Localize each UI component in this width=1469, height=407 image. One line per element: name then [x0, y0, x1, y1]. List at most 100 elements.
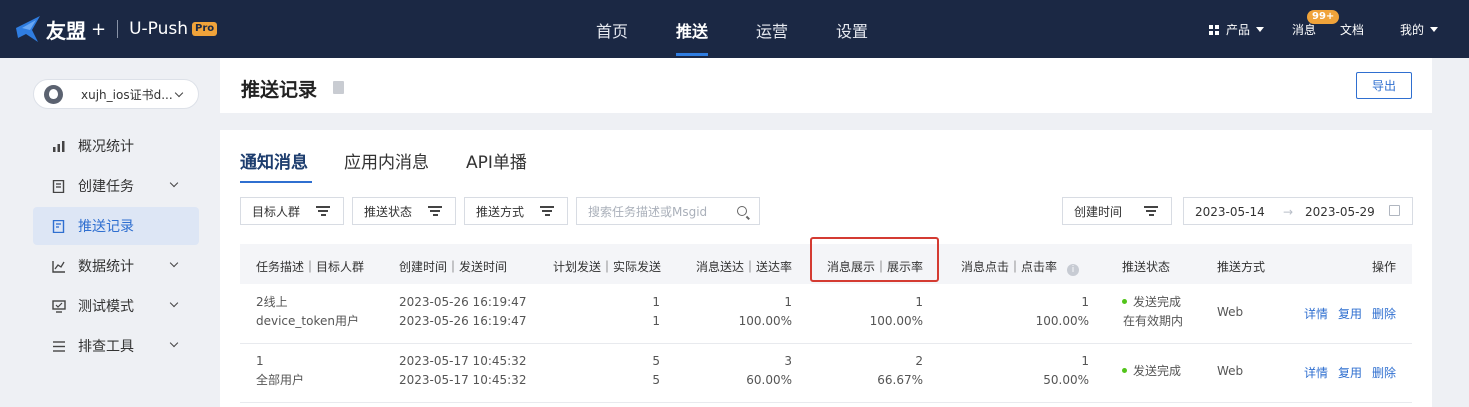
caret-down-icon	[1256, 27, 1265, 32]
tab-notification[interactable]: 通知消息	[240, 148, 308, 173]
reuse-link[interactable]: 复用	[1338, 364, 1362, 381]
row-created: 2023-05-17 10:45:32	[399, 354, 527, 368]
search-placeholder: 搜索任务描述或Msgid	[588, 204, 708, 219]
row-audience: device_token用户	[256, 314, 359, 328]
row-status-label: 发送完成	[1133, 364, 1182, 378]
chart-icon	[53, 140, 65, 152]
list-icon	[53, 340, 65, 352]
logo[interactable]: 友盟 + U-Push Pro	[14, 14, 218, 44]
col-desc: 任务描述｜目标人群	[256, 260, 365, 274]
nav-operations[interactable]: 运营	[756, 18, 788, 42]
arrow-right-icon: →	[1283, 205, 1294, 219]
reuse-link[interactable]: 复用	[1338, 305, 1362, 322]
row-desc: 2线上	[256, 295, 288, 309]
search-icon[interactable]	[737, 206, 747, 216]
row-delivered-rate: 60.00%	[746, 373, 792, 387]
sidebar-item-troubleshoot[interactable]: 排查工具	[33, 327, 199, 365]
col-status: 推送状态	[1122, 260, 1171, 274]
detail-link[interactable]: 详情	[1304, 305, 1328, 322]
caret-down-icon	[1430, 27, 1439, 32]
sidebar-item-label: 推送记录	[78, 219, 134, 235]
detail-link[interactable]: 详情	[1304, 364, 1328, 381]
nav-active-indicator	[676, 53, 708, 56]
sidebar-item-data-stats[interactable]: 数据统计	[33, 247, 199, 285]
sidebar-item-create-task[interactable]: 创建任务	[33, 167, 199, 205]
row-shown-rate: 66.67%	[877, 373, 923, 387]
line-chart-icon	[52, 260, 65, 273]
row-clicked-rate: 100.00%	[1035, 314, 1089, 328]
export-button[interactable]: 导出	[1356, 72, 1412, 99]
sidebar-item-label: 数据统计	[78, 259, 134, 275]
filter-icon	[428, 206, 442, 216]
row-delivered: 1	[784, 295, 792, 309]
delete-link[interactable]: 删除	[1372, 364, 1396, 381]
tab-api-unicast[interactable]: API单播	[466, 148, 527, 173]
sidebar-item-label: 概况统计	[78, 139, 134, 155]
col-delivered: 消息送达｜送达率	[696, 260, 793, 274]
table-row: 2线上 device_token用户 2023-05-26 16:19:47 2…	[240, 284, 1412, 344]
tab-active-indicator	[240, 181, 312, 183]
products-menu[interactable]: 产品	[1209, 21, 1265, 38]
record-icon	[52, 219, 65, 233]
app-selector[interactable]: xujh_ios证书d...	[33, 79, 199, 109]
nav-settings[interactable]: 设置	[836, 18, 868, 42]
chevron-down-icon	[174, 88, 184, 98]
chevron-down-icon	[169, 178, 179, 188]
top-navigation-bar: 友盟 + U-Push Pro 首页 推送 运营 设置 产品 99+ 消息 文档…	[0, 0, 1469, 58]
nav-push[interactable]: 推送	[676, 18, 708, 42]
col-time: 创建时间｜发送时间	[399, 260, 508, 274]
products-label: 产品	[1226, 23, 1251, 37]
row-audience: 全部用户	[256, 373, 305, 387]
sidebar-item-overview[interactable]: 概况统计	[33, 127, 199, 165]
date-to: 2023-05-29	[1305, 205, 1375, 219]
chevron-down-icon	[169, 338, 179, 348]
logo-divider	[117, 20, 119, 38]
row-status: 发送完成	[1122, 293, 1181, 312]
row-clicked: 1	[1081, 354, 1089, 368]
status-dot-icon	[1122, 299, 1127, 304]
row-sent: 2023-05-26 16:19:47	[399, 314, 527, 328]
status-filter-label: 推送状态	[364, 204, 413, 219]
chevron-down-icon	[169, 298, 179, 308]
monitor-icon	[52, 299, 66, 313]
umeng-bird-icon	[16, 16, 40, 42]
row-method: Web	[1217, 305, 1244, 319]
page-header: 推送记录 导出	[220, 58, 1432, 113]
info-icon[interactable]: i	[1067, 264, 1080, 276]
filter-icon	[540, 206, 554, 216]
messages-link[interactable]: 消息	[1292, 21, 1316, 38]
created-time-label: 创建时间	[1074, 204, 1123, 219]
date-range-picker[interactable]: 2023-05-14 → 2023-05-29	[1183, 197, 1413, 225]
filter-icon	[316, 206, 330, 216]
status-filter[interactable]: 推送状态	[352, 197, 456, 225]
search-input[interactable]: 搜索任务描述或Msgid	[576, 197, 760, 225]
created-time-sort[interactable]: 创建时间	[1062, 197, 1172, 225]
doc-icon[interactable]	[333, 81, 344, 94]
row-status: 发送完成	[1122, 362, 1181, 381]
row-delivered: 3	[784, 354, 792, 368]
grid-icon	[1209, 24, 1219, 35]
brand-name: 友盟	[46, 18, 86, 43]
sidebar-item-label: 创建任务	[78, 179, 134, 195]
app-name: xujh_ios证书d...	[81, 87, 173, 102]
highlight-annotation	[810, 237, 939, 282]
product-name: U-Push	[129, 19, 189, 39]
method-filter[interactable]: 推送方式	[464, 197, 568, 225]
nav-home[interactable]: 首页	[596, 18, 628, 42]
target-filter-label: 目标人群	[252, 204, 301, 219]
sidebar-item-test-mode[interactable]: 测试模式	[33, 287, 199, 325]
row-shown: 2	[915, 354, 923, 368]
row-desc: 1	[256, 354, 264, 368]
tab-in-app[interactable]: 应用内消息	[344, 148, 429, 173]
user-menu[interactable]: 我的	[1400, 21, 1439, 38]
row-status-label: 发送完成	[1133, 295, 1182, 309]
delete-link[interactable]: 删除	[1372, 305, 1396, 322]
row-clicked-rate: 50.00%	[1043, 373, 1089, 387]
date-from: 2023-05-14	[1195, 205, 1265, 219]
docs-link[interactable]: 文档	[1340, 21, 1364, 38]
col-plan: 计划发送｜实际发送	[553, 260, 662, 274]
row-created: 2023-05-26 16:19:47	[399, 295, 527, 309]
sidebar-item-push-records[interactable]: 推送记录	[33, 207, 199, 245]
push-records-panel: 通知消息 应用内消息 API单播 目标人群 推送状态 推送方式 搜索任务描述或M…	[220, 130, 1432, 407]
target-filter[interactable]: 目标人群	[240, 197, 344, 225]
